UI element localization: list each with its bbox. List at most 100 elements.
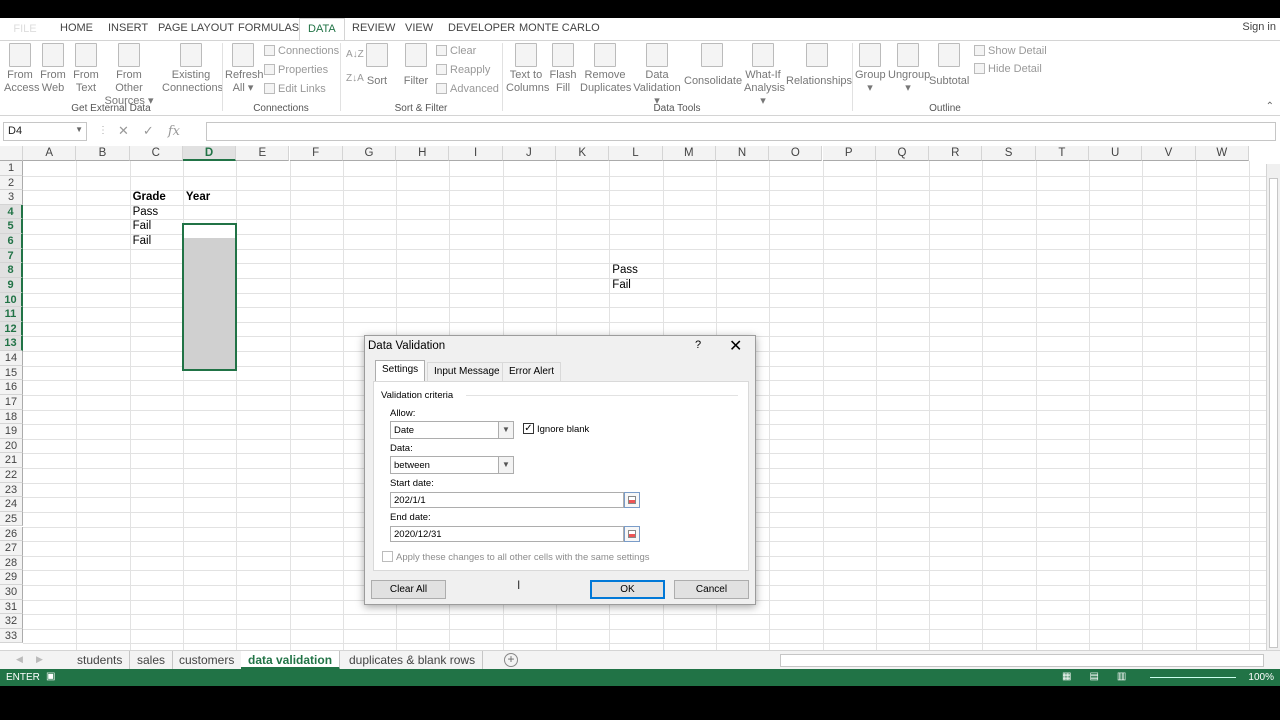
ignore-blank-checkbox[interactable]: ✓ <box>523 423 534 434</box>
column-header-o[interactable]: O <box>769 146 823 161</box>
column-header-e[interactable]: E <box>236 146 290 161</box>
active-cell[interactable] <box>184 225 235 238</box>
show-detail-button[interactable]: Show Detail <box>974 45 1047 57</box>
tab-developer[interactable]: DEVELOPER <box>448 22 515 34</box>
zoom-slider[interactable] <box>1150 677 1236 678</box>
sheet-tab-students[interactable]: students <box>70 651 131 670</box>
range-select-icon[interactable] <box>624 526 640 542</box>
macro-record-icon[interactable]: ▣ <box>46 671 55 682</box>
existing-connections-button[interactable]: Existing Connections <box>162 43 223 95</box>
row-header-12[interactable]: 12 <box>0 321 23 337</box>
tab-file[interactable]: FILE <box>0 18 50 40</box>
vertical-scrollbar[interactable] <box>1266 164 1280 668</box>
row-header-20[interactable]: 20 <box>0 438 23 454</box>
connections-button[interactable]: Connections <box>264 45 339 57</box>
column-header-c[interactable]: C <box>129 146 183 161</box>
sheet-tab-customers[interactable]: customers <box>172 651 243 670</box>
row-header-32[interactable]: 32 <box>0 614 23 629</box>
help-icon[interactable]: ? <box>695 339 701 351</box>
from-access-button[interactable]: From Access <box>4 43 39 95</box>
tab-formulas[interactable]: FORMULAS <box>238 22 299 34</box>
tab-input-message[interactable]: Input Message <box>427 362 507 381</box>
row-header-17[interactable]: 17 <box>0 394 23 410</box>
column-header-p[interactable]: P <box>822 146 876 161</box>
clear-filter-button[interactable]: Clear <box>436 45 476 57</box>
row-header-33[interactable]: 33 <box>0 628 23 644</box>
zoom-level[interactable]: 100% <box>1248 672 1274 683</box>
column-header-k[interactable]: K <box>556 146 610 161</box>
row-header-7[interactable]: 7 <box>0 248 23 264</box>
refresh-all-button[interactable]: Refresh All ▾ <box>225 43 264 95</box>
cell-c5[interactable]: Fail <box>133 220 152 232</box>
ungroup-button[interactable]: Ungroup ▾ <box>888 43 930 95</box>
tab-view[interactable]: VIEW <box>405 22 433 34</box>
consolidate-button[interactable]: Consolidate <box>684 43 742 88</box>
row-header-25[interactable]: 25 <box>0 511 23 527</box>
column-header-f[interactable]: F <box>289 146 343 161</box>
column-header-a[interactable]: A <box>23 146 77 161</box>
column-header-u[interactable]: U <box>1089 146 1143 161</box>
tab-home[interactable]: HOME <box>60 22 93 34</box>
sort-za-icon[interactable]: Z↓A <box>346 73 364 84</box>
from-text-button[interactable]: From Text <box>71 43 101 95</box>
tab-review[interactable]: REVIEW <box>352 22 395 34</box>
cell-d3[interactable]: Year <box>186 191 210 203</box>
start-date-input[interactable]: 202/1/1 <box>390 492 624 508</box>
row-header-13[interactable]: 13 <box>0 336 23 352</box>
column-header-t[interactable]: T <box>1035 146 1089 161</box>
column-header-d[interactable]: D <box>182 146 237 161</box>
column-header-s[interactable]: S <box>982 146 1036 161</box>
row-header-10[interactable]: 10 <box>0 292 23 308</box>
column-header-b[interactable]: B <box>76 146 130 161</box>
tab-insert[interactable]: INSERT <box>108 22 148 34</box>
row-header-11[interactable]: 11 <box>0 307 23 322</box>
column-header-i[interactable]: I <box>449 146 503 161</box>
row-header-31[interactable]: 31 <box>0 599 23 615</box>
range-select-icon[interactable] <box>624 492 640 508</box>
row-header-5[interactable]: 5 <box>0 219 23 235</box>
column-header-r[interactable]: R <box>929 146 983 161</box>
row-header-21[interactable]: 21 <box>0 453 23 468</box>
view-buttons[interactable]: ▦▤▥ <box>1062 671 1144 682</box>
remove-duplicates-button[interactable]: Remove Duplicates <box>580 43 631 95</box>
row-header-9[interactable]: 9 <box>0 277 23 293</box>
cell-c4[interactable]: Pass <box>133 206 159 218</box>
column-header-q[interactable]: Q <box>875 146 930 161</box>
row-header-24[interactable]: 24 <box>0 497 23 512</box>
cell-l8[interactable]: Pass <box>612 264 638 276</box>
next-sheet-icon[interactable]: ▶ <box>36 654 43 665</box>
cell-c3[interactable]: Grade <box>133 191 166 203</box>
insert-function-icon[interactable]: fx <box>168 124 180 139</box>
what-if-analysis-button[interactable]: What-If Analysis ▾ <box>744 43 785 108</box>
sheet-tab-data-validation[interactable]: data validation <box>241 651 341 670</box>
clear-all-button[interactable]: Clear All <box>371 580 446 599</box>
row-header-14[interactable]: 14 <box>0 351 23 366</box>
collapse-ribbon-icon[interactable]: ⌃ <box>1266 101 1274 112</box>
column-header-g[interactable]: G <box>342 146 397 161</box>
apply-all-checkbox[interactable] <box>382 551 393 562</box>
column-header-n[interactable]: N <box>715 146 770 161</box>
select-all-corner[interactable] <box>0 146 23 161</box>
row-header-2[interactable]: 2 <box>0 175 23 191</box>
row-header-28[interactable]: 28 <box>0 555 23 571</box>
tab-settings[interactable]: Settings <box>375 360 426 382</box>
column-header-v[interactable]: V <box>1142 146 1196 161</box>
sheet-tab-duplicates[interactable]: duplicates & blank rows <box>342 651 484 670</box>
sort-button[interactable]: Sort <box>364 43 390 88</box>
row-header-18[interactable]: 18 <box>0 409 23 425</box>
column-header-j[interactable]: J <box>502 146 556 161</box>
row-header-23[interactable]: 23 <box>0 482 23 498</box>
row-header-29[interactable]: 29 <box>0 570 23 585</box>
tab-error-alert[interactable]: Error Alert <box>502 362 562 381</box>
horizontal-scrollbar[interactable] <box>780 654 1264 667</box>
data-select[interactable]: between ▼ <box>390 456 514 474</box>
flash-fill-button[interactable]: Flash Fill <box>548 43 578 95</box>
cell-l9[interactable]: Fail <box>612 279 631 291</box>
row-header-26[interactable]: 26 <box>0 526 23 542</box>
advanced-filter-button[interactable]: Advanced <box>436 83 499 95</box>
cancel-button[interactable]: Cancel <box>674 580 749 599</box>
column-header-m[interactable]: M <box>662 146 716 161</box>
sort-az-icon[interactable]: A↓Z <box>346 49 364 60</box>
cell-c6[interactable]: Fail <box>133 235 152 247</box>
row-header-3[interactable]: 3 <box>0 190 23 205</box>
